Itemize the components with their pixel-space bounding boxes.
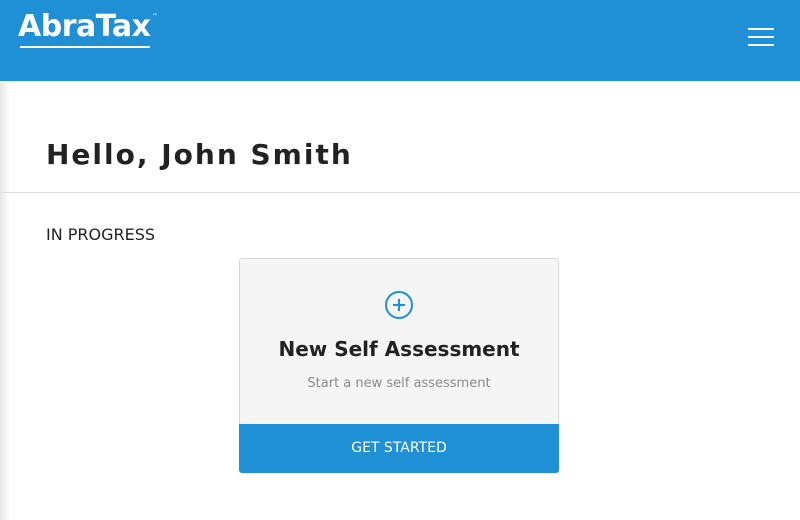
get-started-button[interactable]: GET STARTED bbox=[239, 424, 559, 473]
card-title: New Self Assessment bbox=[278, 337, 520, 361]
app-logo[interactable]: AbraTax bbox=[18, 10, 151, 44]
new-self-assessment-card[interactable]: New Self Assessment Start a new self ass… bbox=[239, 258, 559, 473]
menu-bar-middle bbox=[748, 36, 774, 38]
top-bar: AbraTax ™ bbox=[0, 0, 800, 81]
card-subtitle: Start a new self assessment bbox=[307, 376, 491, 391]
page-greeting: Hello, John Smith bbox=[46, 138, 353, 171]
menu-bar-bottom bbox=[748, 44, 774, 46]
menu-bar-top bbox=[748, 28, 774, 30]
logo-trademark: ™ bbox=[152, 13, 158, 20]
section-title-in-progress: IN PROGRESS bbox=[46, 225, 156, 244]
left-edge-shadow bbox=[0, 81, 10, 520]
logo-underline bbox=[20, 46, 150, 48]
section-divider bbox=[0, 192, 800, 193]
hamburger-menu-icon[interactable] bbox=[744, 24, 776, 48]
plus-circle-icon[interactable] bbox=[385, 291, 413, 319]
